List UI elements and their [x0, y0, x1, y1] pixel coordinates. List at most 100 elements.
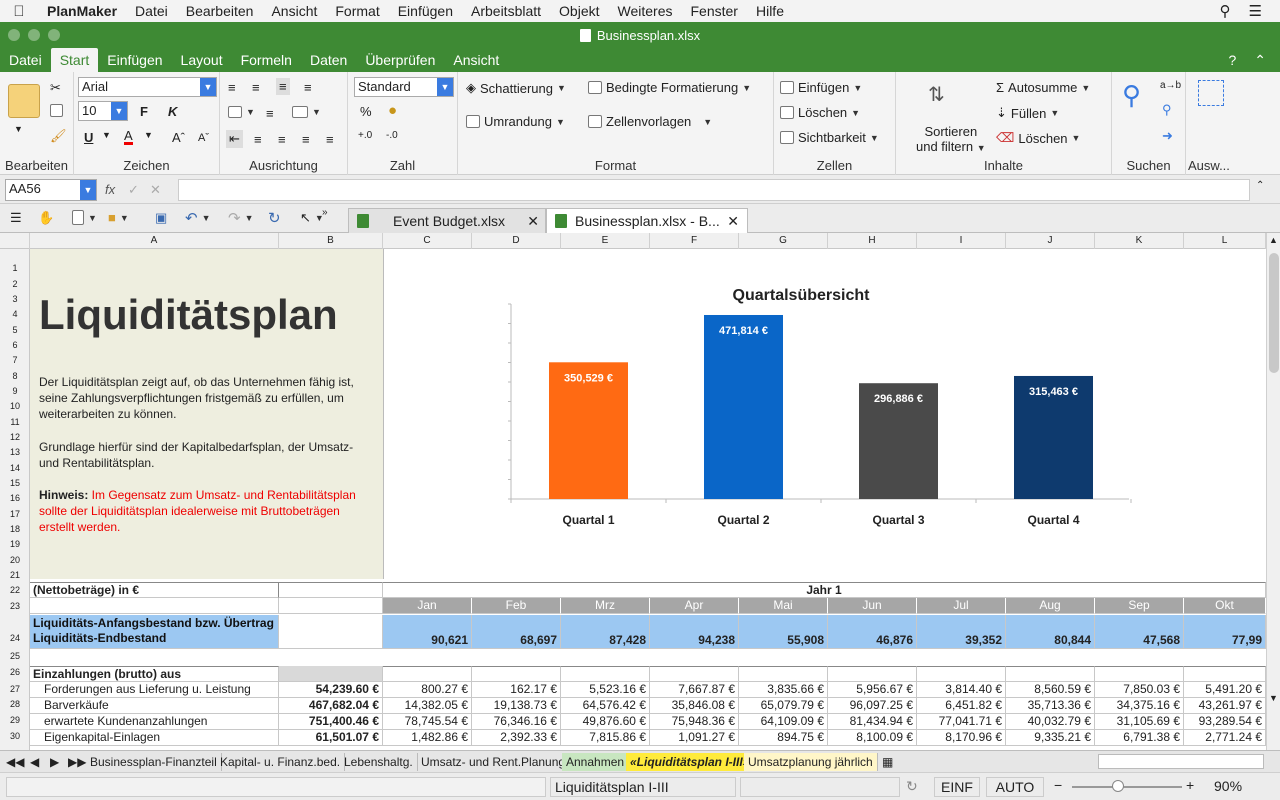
row-value[interactable]: 1,091.27 €	[650, 730, 739, 746]
row-value[interactable]: 3,835.66 €	[739, 682, 828, 698]
row-value[interactable]: 894.75 €	[739, 730, 828, 746]
row-header[interactable]: 7	[0, 355, 30, 365]
column-header[interactable]: L	[1184, 233, 1266, 249]
row-header[interactable]: 5	[0, 325, 30, 335]
row-header[interactable]: 20	[0, 555, 30, 565]
row-value[interactable]: 96,097.25 €	[828, 698, 917, 714]
blank-cell[interactable]	[279, 598, 383, 614]
autosumme-button[interactable]: Σ Autosumme ▼	[996, 80, 1090, 95]
tab-layout[interactable]: Layout	[172, 48, 232, 72]
row-value[interactable]: 5,491.20 €	[1184, 682, 1266, 698]
row-header[interactable]: 8	[0, 371, 30, 381]
row-value[interactable]: 81,434.94 €	[828, 714, 917, 730]
zoom-slider[interactable]	[1072, 786, 1182, 788]
row-total[interactable]: 467,682.04 €	[279, 698, 383, 714]
row-total[interactable]: 751,400.46 €	[279, 714, 383, 730]
endbestand-value[interactable]: 39,352	[917, 615, 1006, 649]
row-value[interactable]: 8,100.09 €	[828, 730, 917, 746]
row-value[interactable]: 2,392.33 €	[472, 730, 561, 746]
undo-icon[interactable]: ↶ ▼	[185, 209, 211, 227]
align-center-icon[interactable]: ≡	[278, 132, 286, 147]
row-header[interactable]: 22	[0, 585, 30, 595]
row-header[interactable]: 14	[0, 463, 30, 473]
close-tab-icon[interactable]: ✕	[727, 213, 739, 230]
row-header[interactable]: 19	[0, 539, 30, 549]
sheet-tab[interactable]: Kapital- u. Finanz.bed.	[216, 753, 346, 771]
function-icon[interactable]: fx	[105, 182, 115, 197]
prev-sheet-icon[interactable]: ◀	[26, 753, 43, 771]
menu-app[interactable]: PlanMaker	[38, 3, 126, 19]
tab-datei[interactable]: Datei	[0, 48, 51, 72]
select-objects-icon[interactable]	[1198, 80, 1224, 106]
menu-bearbeiten[interactable]: Bearbeiten	[177, 3, 263, 19]
month-header[interactable]: Jul	[917, 598, 1006, 614]
select-all-corner[interactable]	[0, 233, 30, 249]
tab-start[interactable]: Start	[50, 48, 99, 72]
cell-reference-box[interactable]: AA56 ▼	[5, 179, 97, 201]
row-header[interactable]: 16	[0, 493, 30, 503]
format-painter-icon[interactable]: 🖌	[50, 128, 67, 144]
minimize-window-button[interactable]	[28, 29, 40, 41]
italic-button[interactable]: K	[168, 104, 177, 119]
font-color-dropdown-icon[interactable]: ▼	[144, 130, 153, 140]
sheet-tab[interactable]: Lebenshaltg.	[340, 753, 418, 771]
endbestand-value[interactable]: 77,99	[1184, 615, 1266, 649]
row-value[interactable]: 77,041.71 €	[917, 714, 1006, 730]
row-header[interactable]: 26	[0, 667, 30, 677]
paste-icon[interactable]	[8, 84, 40, 118]
row-value[interactable]: 8,170.96 €	[917, 730, 1006, 746]
row-header[interactable]: 24	[0, 633, 30, 643]
menu-einfuegen[interactable]: Einfügen	[389, 3, 462, 19]
row-header[interactable]: 30	[0, 731, 30, 741]
zellen-einfuegen-button[interactable]: Einfügen ▼	[780, 80, 862, 95]
endbestand-value[interactable]: 80,844	[1006, 615, 1095, 649]
row-value[interactable]: 5,956.67 €	[828, 682, 917, 698]
column-header[interactable]: H	[828, 233, 917, 249]
zoom-slider-thumb[interactable]	[1112, 780, 1124, 792]
row-header[interactable]: 9	[0, 386, 30, 396]
decimal-increase-icon[interactable]: +.0	[358, 130, 372, 141]
row-value[interactable]: 31,105.69 €	[1095, 714, 1184, 730]
row-header[interactable]: 3	[0, 294, 30, 304]
scroll-thumb[interactable]	[1269, 253, 1279, 373]
row-header[interactable]: 27	[0, 684, 30, 694]
decimal-decrease-icon[interactable]: -.0	[386, 130, 398, 141]
row-total[interactable]: 61,501.07 €	[279, 730, 383, 746]
formula-input[interactable]	[178, 179, 1250, 201]
chart-area[interactable]: Quartalsübersicht 350,529 € Quartal 1 471,…	[383, 249, 1266, 579]
open-folder-icon[interactable]: ■ ▼	[108, 210, 129, 225]
row-header[interactable]: 10	[0, 401, 30, 411]
copy-icon[interactable]	[50, 104, 63, 117]
column-header[interactable]: G	[739, 233, 828, 249]
row-value[interactable]: 1,482.86 €	[383, 730, 472, 746]
row-label[interactable]: Forderungen aus Lieferung u. Leistung	[30, 682, 279, 698]
row-header[interactable]: 13	[0, 447, 30, 457]
blank-cell[interactable]	[279, 666, 383, 682]
row-header[interactable]: 29	[0, 715, 30, 725]
doc-tab-businessplan[interactable]: Businessplan.xlsx - B... ✕	[546, 208, 748, 233]
row-value[interactable]: 8,560.59 €	[1006, 682, 1095, 698]
row-value[interactable]: 43,261.97 €	[1184, 698, 1266, 714]
paste-dropdown-icon[interactable]: ▼	[14, 124, 23, 134]
calc-mode-indicator[interactable]: AUTO	[986, 777, 1044, 797]
blank-cell[interactable]	[383, 666, 472, 682]
sheet-tab[interactable]: Umsatzplanung jährlich	[744, 753, 878, 771]
endbestand-value[interactable]: 46,876	[828, 615, 917, 649]
menu-format[interactable]: Format	[326, 3, 388, 19]
row-label[interactable]: Eigenkapital-Einlagen	[30, 730, 279, 746]
borders-icon[interactable]: ▼	[228, 106, 255, 118]
blank-cell[interactable]	[828, 666, 917, 682]
row-header[interactable]: 1	[0, 263, 30, 273]
row-header[interactable]: 12	[0, 432, 30, 442]
row-value[interactable]: 162.17 €	[472, 682, 561, 698]
month-header[interactable]: Jun	[828, 598, 917, 614]
column-header[interactable]: C	[383, 233, 472, 249]
recalc-icon[interactable]: ↻	[906, 778, 918, 795]
row-value[interactable]: 40,032.79 €	[1006, 714, 1095, 730]
month-header[interactable]: Mrz	[561, 598, 650, 614]
row-value[interactable]: 2,771.24 €	[1184, 730, 1266, 746]
column-header[interactable]: F	[650, 233, 739, 249]
column-header[interactable]: A	[30, 233, 279, 249]
row-label[interactable]: erwartete Kundenanzahlungen	[30, 714, 279, 730]
column-header[interactable]: E	[561, 233, 650, 249]
